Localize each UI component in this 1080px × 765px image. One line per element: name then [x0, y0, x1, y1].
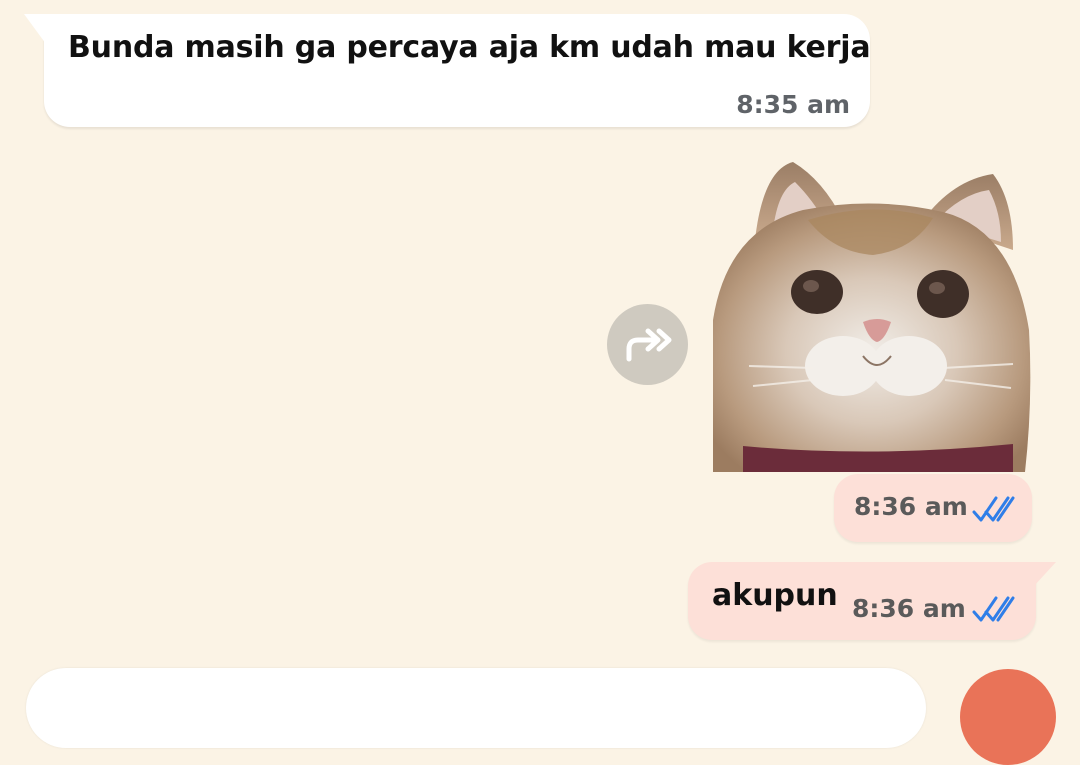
cat-sticker-image — [713, 162, 1031, 472]
sticker-time-pill: 8:36 am — [834, 474, 1032, 542]
message-text: akupun — [712, 578, 838, 613]
cat-sticker[interactable] — [713, 160, 1033, 472]
double-check-icon — [972, 496, 1015, 522]
outgoing-message-bubble[interactable]: akupun 8:36 am — [688, 562, 1056, 640]
forward-button[interactable] — [607, 304, 688, 385]
double-check-icon — [972, 596, 1015, 622]
forward-icon — [626, 328, 671, 361]
message-time: 8:36 am — [852, 594, 966, 623]
message-text: Bunda masih ga percaya aja km udah mau k… — [68, 30, 871, 65]
message-time: 8:36 am — [854, 492, 968, 521]
message-time: 8:35 am — [736, 90, 850, 119]
message-composer[interactable] — [26, 668, 926, 748]
bubble-tail — [24, 14, 46, 44]
chat-conversation: Bunda masih ga percaya aja km udah mau k… — [0, 0, 1080, 765]
incoming-message-bubble[interactable]: Bunda masih ga percaya aja km udah mau k… — [24, 14, 871, 127]
send-button[interactable] — [960, 669, 1056, 765]
bubble-tail — [1034, 562, 1056, 586]
